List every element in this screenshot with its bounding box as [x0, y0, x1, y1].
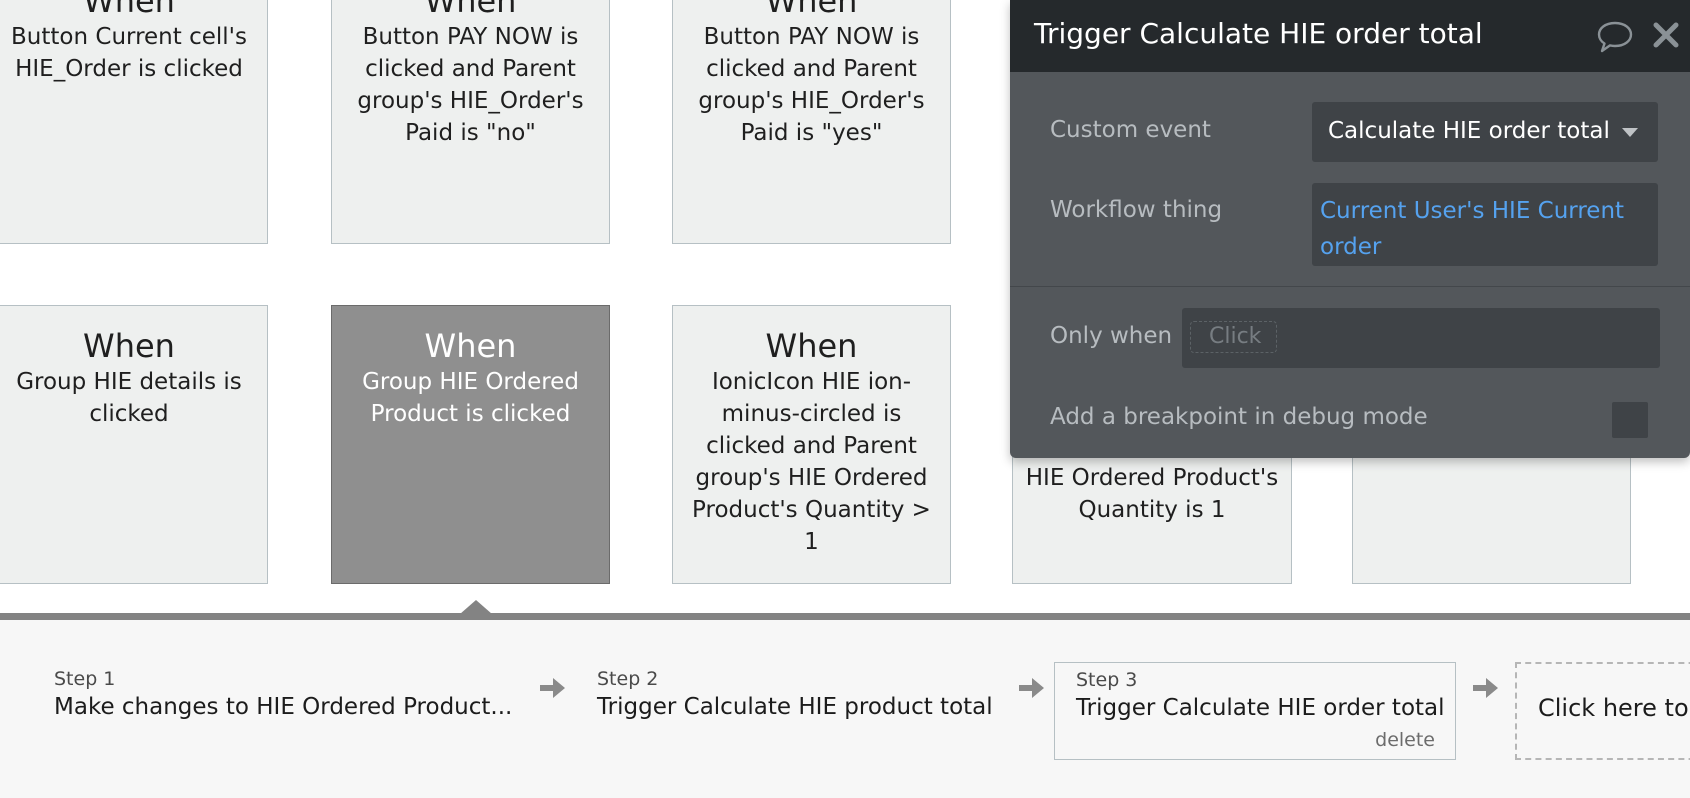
event-card[interactable]: When Button Current cell's HIE_Order is … [0, 0, 268, 244]
event-description: Button PAY NOW is clicked and Parent gro… [698, 24, 925, 146]
arrow-right-icon [540, 678, 565, 698]
event-description: IonicIcon HIE ion-minus-circled is click… [692, 369, 931, 555]
step-3[interactable]: Step 3 Trigger Calculate HIE order total… [1054, 662, 1456, 760]
selected-event-pointer [460, 600, 492, 614]
event-description: Group HIE details is clicked [16, 369, 242, 427]
workflow-steps-bar: Step 1 Make changes to HIE Ordered Produ… [0, 620, 1690, 798]
click-placeholder-chip[interactable]: Click [1190, 321, 1277, 353]
event-when-label: When [765, 0, 858, 20]
action-properties-panel: Trigger Calculate HIE order total Custom… [1010, 0, 1690, 458]
event-when-label: When [83, 327, 175, 365]
add-step-label: Click here to a [1538, 694, 1690, 722]
workflow-thing-value: Current User's HIE Current order [1320, 198, 1625, 260]
step-title: Trigger Calculate HIE order total [1076, 695, 1445, 721]
step-1[interactable]: Step 1 Make changes to HIE Ordered Produ… [40, 660, 530, 736]
step-number: Step 1 [54, 668, 116, 690]
custom-event-dropdown[interactable]: Calculate HIE order total [1312, 102, 1658, 162]
only-when-label: Only when [1050, 323, 1173, 349]
only-when-field[interactable]: Click [1182, 308, 1660, 368]
event-when-label: When [765, 327, 858, 365]
event-card[interactable]: When Button PAY NOW is clicked and Paren… [331, 0, 610, 244]
custom-event-value: Calculate HIE order total [1328, 118, 1610, 144]
only-when-placeholder: Click [1209, 324, 1262, 349]
chevron-down-icon [1622, 128, 1638, 137]
event-when-label: When [424, 327, 517, 365]
add-step-button[interactable]: Click here to a [1515, 662, 1690, 760]
panel-title: Trigger Calculate HIE order total [1034, 17, 1483, 50]
panel-divider [1010, 286, 1690, 287]
event-card[interactable]: When Group HIE details is clicked [0, 305, 268, 584]
custom-event-label: Custom event [1050, 117, 1211, 143]
event-card-selected[interactable]: When Group HIE Ordered Product is clicke… [331, 305, 610, 584]
event-description: Group HIE Ordered Product is clicked [362, 369, 579, 427]
step-title: Trigger Calculate HIE product total [597, 694, 993, 720]
step-title: Make changes to HIE Ordered Product... [54, 694, 513, 720]
arrow-right-icon [1019, 678, 1044, 698]
event-card[interactable]: When IonicIcon HIE ion-minus-circled is … [672, 305, 951, 584]
step-number: Step 3 [1076, 669, 1138, 691]
event-card[interactable]: When Button PAY NOW is clicked and Paren… [672, 0, 951, 244]
event-description: Button PAY NOW is clicked and Parent gro… [357, 24, 584, 146]
step-2[interactable]: Step 2 Trigger Calculate HIE product tot… [583, 660, 1003, 736]
event-when-label: When [424, 0, 517, 20]
event-description: Button Current cell's HIE_Order is click… [11, 24, 247, 82]
close-icon[interactable] [1651, 20, 1681, 50]
breakpoint-label: Add a breakpoint in debug mode [1050, 404, 1428, 430]
breakpoint-checkbox[interactable] [1612, 402, 1648, 438]
event-when-label: When [83, 0, 175, 20]
speech-bubble-icon[interactable] [1596, 20, 1634, 54]
steps-divider [0, 613, 1690, 620]
workflow-thing-field[interactable]: Current User's HIE Current order [1312, 183, 1658, 266]
arrow-right-icon [1473, 678, 1498, 698]
panel-header: Trigger Calculate HIE order total [1010, 0, 1690, 72]
step-number: Step 2 [597, 668, 659, 690]
workflow-thing-label: Workflow thing [1050, 197, 1223, 223]
delete-step-link[interactable]: delete [1375, 729, 1435, 751]
